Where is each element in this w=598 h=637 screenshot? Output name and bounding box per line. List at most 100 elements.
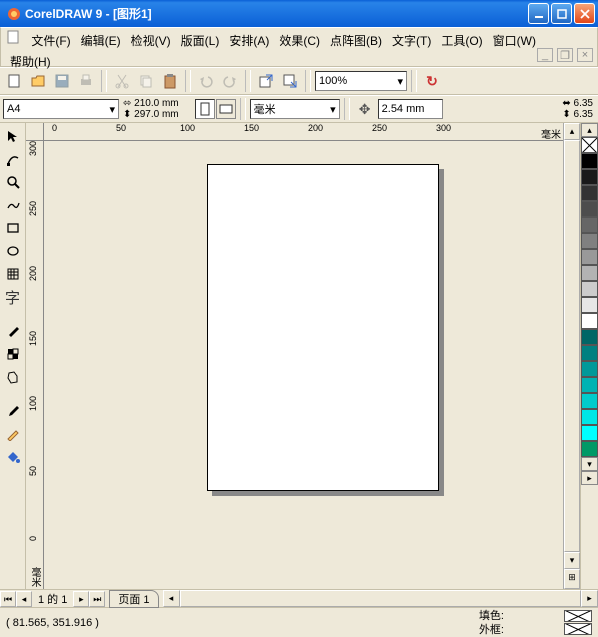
interactive-fill-icon[interactable] [2,320,24,342]
palette-up-icon[interactable]: ▴ [581,123,598,137]
menu-view[interactable]: 检视(V) [127,30,175,51]
app-icon [6,6,22,22]
ellipse-tool-icon[interactable] [2,240,24,262]
polygon-tool-icon[interactable] [2,263,24,285]
first-page-button[interactable]: ⏮ [0,591,16,607]
page-position: 1 的 1 [32,591,73,607]
blend-tool-icon[interactable] [2,366,24,388]
units-combo[interactable]: 毫米▾ [250,99,340,119]
drawing-surface[interactable] [44,141,563,589]
horizontal-ruler[interactable]: 0 50 100 150 200 250 300 毫米 [44,123,563,141]
interactive-transparency-icon[interactable] [2,343,24,365]
menubar: 文件(F) 编辑(E) 检视(V) 版面(L) 安排(A) 效果(C) 点阵图(… [0,27,598,67]
color-swatch[interactable] [581,425,598,441]
save-icon[interactable] [51,70,73,92]
pick-tool-icon[interactable] [2,125,24,147]
zoom-tool-icon[interactable] [2,171,24,193]
menu-file[interactable]: 文件(F) [27,30,74,51]
color-swatch[interactable] [581,185,598,201]
menu-help[interactable]: 帮助(H) [6,51,55,72]
menu-text[interactable]: 文字(T) [388,30,435,51]
eyedropper-icon[interactable] [2,400,24,422]
menu-tools[interactable]: 工具(O) [437,30,486,51]
scroll-up-icon[interactable]: ▴ [564,123,580,140]
freehand-tool-icon[interactable] [2,194,24,216]
mdi-restore[interactable]: ❐ [557,48,573,62]
nudge-spinner[interactable]: 2.54 mm [378,99,443,119]
import-icon[interactable] [255,70,277,92]
rectangle-tool-icon[interactable] [2,217,24,239]
outline-indicator[interactable] [564,623,592,635]
close-button[interactable] [574,3,595,24]
doc-icon [6,30,20,44]
paper-combo[interactable]: A4▾ [3,99,119,119]
scroll-down-icon[interactable]: ▾ [564,552,580,569]
refresh-icon[interactable]: ↻ [421,70,443,92]
scroll-left-icon[interactable]: ◂ [163,590,180,607]
color-swatch[interactable] [581,217,598,233]
minimize-button[interactable] [528,3,549,24]
page-tab[interactable]: 页面 1 [109,590,158,608]
fill-indicator[interactable] [564,610,592,622]
color-swatch[interactable] [581,361,598,377]
color-swatch[interactable] [581,313,598,329]
zoom-combo[interactable]: 100%▾ [315,71,407,91]
paste-icon[interactable] [159,70,181,92]
print-icon[interactable] [75,70,97,92]
color-swatch[interactable] [581,249,598,265]
cursor-coords: ( 81.565, 351.916 ) [6,617,99,629]
outline-tool-icon[interactable] [2,423,24,445]
undo-icon[interactable] [195,70,217,92]
menu-window[interactable]: 窗口(W) [489,30,540,51]
vertical-ruler[interactable]: 0 50 100 150 200 250 300 毫米 [26,141,44,589]
maximize-button[interactable] [551,3,572,24]
prev-page-button[interactable]: ◂ [16,591,32,607]
text-tool-icon[interactable]: 字 [2,286,24,308]
nudge-icon: ✥ [354,98,376,120]
horizontal-scrollbar[interactable]: ◂ ▸ [163,590,598,607]
export-icon[interactable] [279,70,301,92]
menu-layout[interactable]: 版面(L) [177,30,224,51]
color-swatch[interactable] [581,297,598,313]
color-swatch[interactable] [581,409,598,425]
color-swatch[interactable] [581,281,598,297]
portrait-button[interactable] [195,99,215,119]
color-swatch[interactable] [581,441,598,457]
scroll-right-icon[interactable]: ▸ [581,590,598,607]
palette-down-icon[interactable]: ▾ [581,457,598,471]
cut-icon[interactable] [111,70,133,92]
new-icon[interactable] [3,70,25,92]
mdi-close[interactable]: × [577,48,593,62]
ruler-origin[interactable] [26,123,44,141]
shape-tool-icon[interactable] [2,148,24,170]
palette-flyout-icon[interactable]: ▸ [581,471,598,485]
open-icon[interactable] [27,70,49,92]
last-page-button[interactable]: ⏭ [89,591,105,607]
no-color-swatch[interactable] [581,137,598,153]
color-swatch[interactable] [581,201,598,217]
mdi-minimize[interactable]: _ [537,48,553,62]
menu-effects[interactable]: 效果(C) [275,30,324,51]
copy-icon[interactable] [135,70,157,92]
color-swatch[interactable] [581,329,598,345]
redo-icon[interactable] [219,70,241,92]
color-swatch[interactable] [581,169,598,185]
menu-arrange[interactable]: 安排(A) [225,30,273,51]
titlebar: CorelDRAW 9 - [图形1] [0,0,598,27]
property-bar: A4▾ ⬄ 210.0 mm ⬍ 297.0 mm 毫米▾ ✥ 2.54 mm … [0,95,598,123]
vertical-scrollbar[interactable]: ▴ ▾ ⊞ [563,123,580,589]
color-swatch[interactable] [581,233,598,249]
color-swatch[interactable] [581,393,598,409]
color-swatch[interactable] [581,345,598,361]
landscape-button[interactable] [216,99,236,119]
menu-edit[interactable]: 编辑(E) [77,30,125,51]
color-swatch[interactable] [581,153,598,169]
fill-tool-icon[interactable] [2,446,24,468]
zoom-value: 100% [319,75,347,87]
color-swatch[interactable] [581,265,598,281]
color-swatch[interactable] [581,377,598,393]
navigator-icon[interactable]: ⊞ [564,569,580,589]
next-page-button[interactable]: ▸ [73,591,89,607]
color-palette: ▴ ▾ ▸ [580,123,598,589]
menu-bitmap[interactable]: 点阵图(B) [326,30,386,51]
